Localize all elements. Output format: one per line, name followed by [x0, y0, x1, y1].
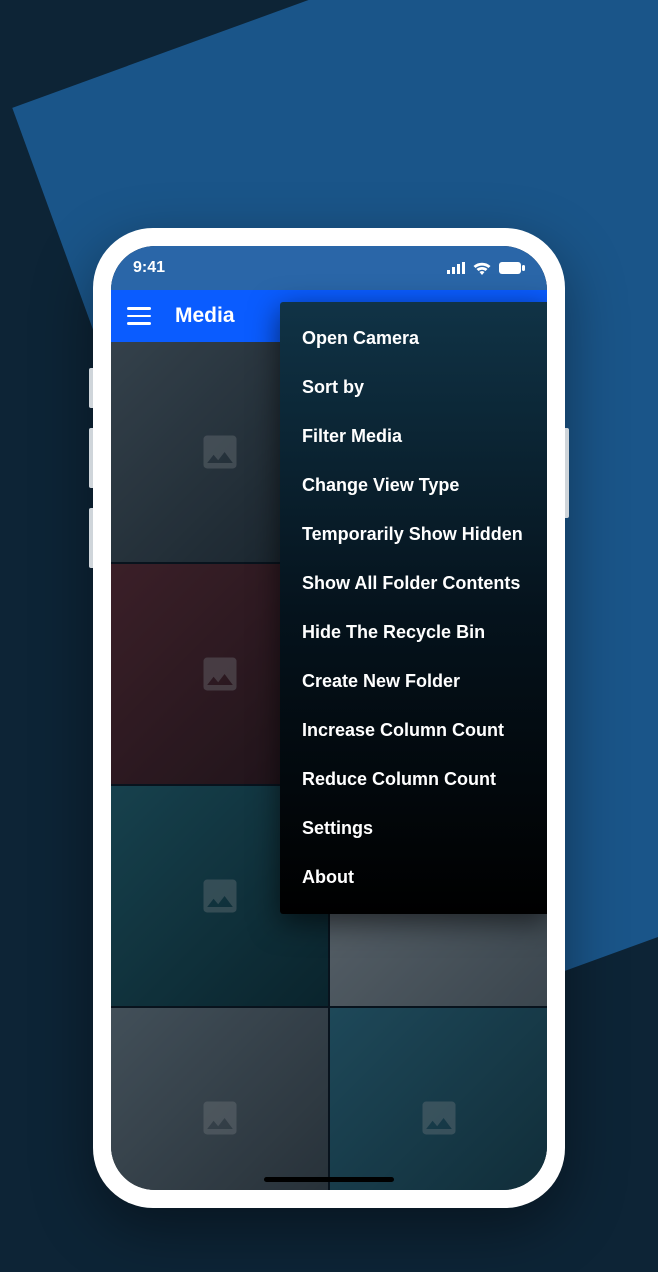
menu-settings[interactable]: Settings	[280, 804, 547, 853]
menu-create-folder[interactable]: Create New Folder	[280, 657, 547, 706]
menu-open-camera[interactable]: Open Camera	[280, 314, 547, 363]
menu-filter-media[interactable]: Filter Media	[280, 412, 547, 461]
menu-reduce-cols[interactable]: Reduce Column Count	[280, 755, 547, 804]
menu-show-hidden[interactable]: Temporarily Show Hidden	[280, 510, 547, 559]
phone-screen: 9:41 Media	[111, 246, 547, 1190]
overflow-menu: Open Camera Sort by Filter Media Change …	[280, 302, 547, 914]
menu-change-view[interactable]: Change View Type	[280, 461, 547, 510]
menu-increase-cols[interactable]: Increase Column Count	[280, 706, 547, 755]
signal-icon	[447, 262, 465, 274]
home-indicator[interactable]	[264, 1177, 394, 1182]
menu-show-all-folder[interactable]: Show All Folder Contents	[280, 559, 547, 608]
menu-hide-recycle[interactable]: Hide The Recycle Bin	[280, 608, 547, 657]
battery-icon	[499, 262, 525, 274]
wifi-icon	[473, 262, 491, 275]
menu-sort-by[interactable]: Sort by	[280, 363, 547, 412]
phone-frame: 9:41 Media	[93, 228, 565, 1208]
status-bar: 9:41	[111, 246, 547, 290]
app-title: Media	[175, 304, 235, 328]
hamburger-icon[interactable]	[127, 307, 151, 325]
menu-about[interactable]: About	[280, 853, 547, 902]
status-time: 9:41	[133, 259, 165, 277]
